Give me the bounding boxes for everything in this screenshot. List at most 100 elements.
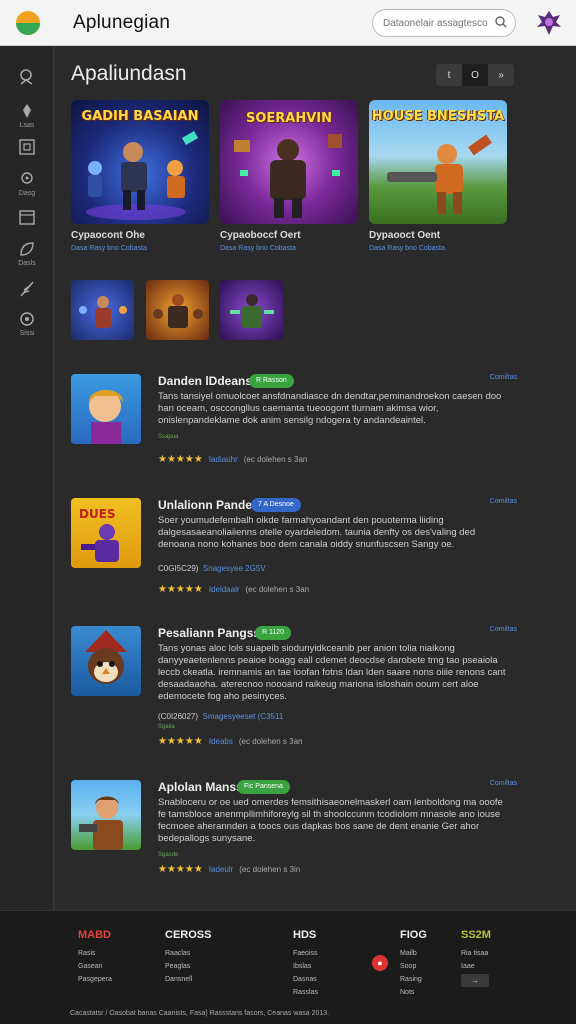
featured-name[interactable]: Cypaoboccf Oert: [220, 230, 358, 241]
sidebar-item-user[interactable]: [0, 68, 54, 88]
mini-thumbnail[interactable]: [146, 280, 209, 340]
list-item-category[interactable]: Comiltas: [490, 626, 517, 633]
list-item-description: Soer youmudefembalh oikde farmahyoandant…: [158, 515, 476, 550]
sidebar: Lsas Dasg Dasls Sissi: [0, 46, 54, 910]
list-item-note: Sgalia: [158, 724, 175, 730]
svg-text:DUES: DUES: [79, 507, 116, 521]
app-title: Aplunegian: [73, 11, 171, 33]
footer-link[interactable]: Dansnell: [165, 973, 211, 986]
footer-link[interactable]: Raaclas: [165, 947, 211, 960]
sidebar-item-sissi[interactable]: Sissi: [0, 310, 54, 337]
list-item-description: Snabloceru or oe ued omerdes femsithisae…: [158, 797, 503, 844]
mini-thumbnail[interactable]: [71, 280, 134, 340]
sidebar-item-dasls[interactable]: Dasls: [0, 240, 54, 267]
featured-meta[interactable]: Dasa Rasy bno Cobasta: [369, 245, 507, 252]
search-icon[interactable]: [495, 16, 507, 28]
list-item-title[interactable]: Pesaliann Pangss: [158, 626, 260, 640]
youtube-icon[interactable]: ●: [372, 955, 388, 971]
rating-stars-icon: ★★★★★: [158, 736, 203, 747]
character-icon: [89, 390, 123, 444]
list-item-description: Tans tansiyel omuolcoet ansfdnandiasce d…: [158, 391, 502, 426]
footer-link[interactable]: Rasing: [400, 973, 427, 986]
mini-thumbnail[interactable]: [220, 280, 283, 340]
sidebar-item-feather[interactable]: [0, 280, 54, 300]
footer-column: SS2M Ria tisaa Iaae: [461, 929, 491, 973]
controller-icon: [21, 172, 33, 184]
featured-meta[interactable]: Dasa Rasy bno Cobasta: [220, 245, 358, 252]
footer-arrow-button[interactable]: →: [461, 974, 489, 987]
search-input[interactable]: [383, 17, 488, 29]
list-item[interactable]: DUES Unlalionn Pandes 7 A Desnoe Comilta…: [71, 498, 517, 598]
sidebar-item-lsas[interactable]: Lsas: [0, 102, 54, 129]
search-box[interactable]: [372, 9, 516, 37]
featured-thumbnail[interactable]: GADIH BASAIAN: [71, 100, 209, 224]
featured-name[interactable]: Dypaooct Oent: [369, 230, 507, 241]
list-item-note: Ssapua: [158, 434, 179, 440]
list-item-title[interactable]: Danden lDdeansr: [158, 374, 257, 388]
list-item-category[interactable]: Comiltas: [490, 498, 517, 505]
character-icon: DUES: [79, 507, 119, 562]
list-item-tag: R 1120: [255, 626, 292, 640]
game-icon-thumbnail[interactable]: [71, 374, 141, 444]
featured-card[interactable]: GADIH BASAIAN Cypaocont Ohe Dasa Rasy bn…: [71, 100, 209, 252]
character-icon: [85, 630, 127, 684]
footer-link[interactable]: Mailb: [400, 947, 427, 960]
list-item[interactable]: Danden lDdeansr R Rasson Comiltas Tans t…: [71, 374, 517, 474]
footer-link[interactable]: Ria tisaa: [461, 947, 491, 960]
list-item-tag: Fic Pansena: [237, 780, 290, 794]
footer-column: FIOG Mailb Soop Rasing Nots: [400, 929, 427, 999]
list-item-title[interactable]: Aplolan Manss: [158, 780, 243, 794]
list-item-description: Tans yonas aloc lols suapeib siodunyidkc…: [158, 643, 506, 702]
list-item-title[interactable]: Unlalionn Pandes: [158, 498, 259, 512]
footer-link[interactable]: Rasis: [78, 947, 112, 960]
sidebar-item-square[interactable]: [0, 138, 54, 158]
featured-meta[interactable]: Dasa Rasy bno Cobasta: [71, 245, 209, 252]
rating-stars-icon: ★★★★★: [158, 454, 203, 465]
footer-column: HDS Faeoiss Ibslas Dasnas Rasslas: [293, 929, 318, 999]
list-item-tag: 7 A Desnoe: [251, 498, 301, 512]
footer-link[interactable]: Soop: [400, 960, 427, 973]
footer-link[interactable]: Dasnas: [293, 973, 318, 986]
footer-column: MABD Rasis Gasean Pasgepera: [78, 929, 112, 986]
list-item[interactable]: Aplolan Manss Fic Pansena Comiltas Snabl…: [71, 780, 517, 880]
list-item-tag: R Rasson: [249, 374, 294, 388]
list-item[interactable]: Pesaliann Pangss R 1120 Comiltas Tans yo…: [71, 626, 517, 750]
list-item-category[interactable]: Comiltas: [490, 780, 517, 787]
game-icon-thumbnail[interactable]: [71, 626, 141, 696]
footer-link[interactable]: Faeoiss: [293, 947, 318, 960]
featured-card[interactable]: SOERAHVIN Cypaoboccf Oert Dasa Rasy bno …: [220, 100, 358, 252]
footer-link[interactable]: Rasslas: [293, 986, 318, 999]
app-logo[interactable]: [16, 10, 40, 35]
hero-artwork-icon: [86, 131, 199, 220]
footer: MABD Rasis Gasean Pasgepera CEROSS Raacl…: [0, 910, 576, 1024]
featured-card[interactable]: HOUSE BNESHSTA Dypaooct Oent Dasa Rasy b…: [369, 100, 507, 252]
user-avatar-icon[interactable]: [535, 9, 563, 37]
feather-icon: [20, 281, 34, 297]
rating-stars-icon: ★★★★★: [158, 864, 203, 875]
mini-artwork-icon: [230, 294, 274, 328]
hero-artwork-icon: [387, 134, 492, 214]
view-toggle-next[interactable]: »: [488, 64, 514, 86]
game-icon-thumbnail[interactable]: [71, 780, 141, 850]
view-toggle-list[interactable]: t: [436, 64, 462, 86]
user-icon: [20, 69, 33, 85]
footer-link[interactable]: Pasgepera: [78, 973, 112, 986]
view-toggle: t O »: [436, 64, 514, 86]
view-toggle-grid[interactable]: O: [462, 64, 488, 86]
list-item-category[interactable]: Comiltas: [490, 374, 517, 381]
list-item-price: (C0I26027) Smagesyeeset (C3511: [158, 712, 284, 721]
footer-link[interactable]: Peaglas: [165, 960, 211, 973]
list-item-rating: ★★★★★ Iadiauhr (ec dolehen s 3an: [158, 454, 308, 465]
featured-name[interactable]: Cypaocont Ohe: [71, 230, 209, 241]
sidebar-item-dasg[interactable]: Dasg: [0, 170, 54, 197]
footer-link[interactable]: Ibslas: [293, 960, 318, 973]
featured-thumbnail[interactable]: SOERAHVIN: [220, 100, 358, 224]
sidebar-item-calendar[interactable]: [0, 208, 54, 228]
footer-link[interactable]: Gasean: [78, 960, 112, 973]
footer-link[interactable]: Iaae: [461, 960, 491, 973]
list-item-rating: ★★★★★ Ideldaalr (ec dolehen s 3an: [158, 584, 310, 595]
hero-artwork-icon: [234, 134, 342, 218]
featured-thumbnail[interactable]: HOUSE BNESHSTA: [369, 100, 507, 224]
game-icon-thumbnail[interactable]: DUES: [71, 498, 141, 568]
footer-link[interactable]: Nots: [400, 986, 427, 999]
